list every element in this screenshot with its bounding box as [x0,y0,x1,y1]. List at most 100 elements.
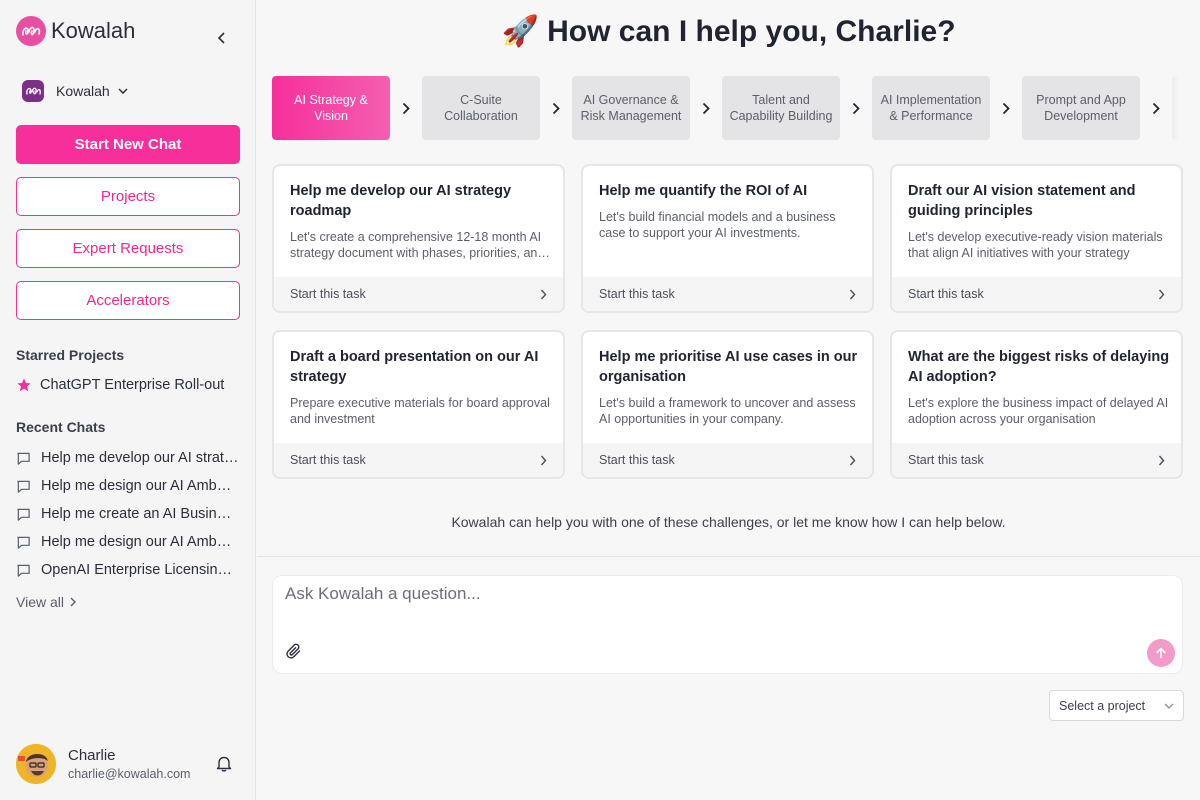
tab-talent-capability[interactable]: Talent and Capability Building [722,76,840,140]
chevron-right-icon [1148,100,1164,116]
chevron-right-icon [1158,289,1165,299]
task-card-description: Let's develop executive-ready vision mat… [908,230,1163,260]
task-card-title: Help me prioritise AI use cases in our o… [599,349,858,385]
start-task-button[interactable]: Start this task [892,443,1181,477]
task-card[interactable]: Draft a board presentation on our AI str… [272,330,565,479]
recent-chat-label: Help me create an AI Business Case [41,506,239,522]
task-card-description: Let's explore the business impact of del… [908,396,1169,426]
chat-bubble-icon [17,452,30,465]
avatar[interactable] [16,744,56,784]
chat-bubble-icon [17,564,30,577]
recent-chat-label: Help me design our AI Ambassador network [41,534,239,550]
user-profile: Charlie charlie@kowalah.com [16,744,190,784]
tab-c-suite-collaboration[interactable]: C-Suite Collaboration [422,76,540,140]
chevron-right-icon [540,289,547,299]
task-card[interactable]: Help me develop our AI strategy roadmap … [272,164,565,313]
chevron-down-icon [1164,703,1174,709]
chat-bubble-icon [17,508,30,521]
task-card-title: Help me develop our AI strategy roadmap [290,183,512,219]
chevron-right-icon [849,455,856,465]
chevron-right-icon [540,455,547,465]
scroll-fade [1165,76,1183,140]
task-card-title: Draft a board presentation on our AI str… [290,349,539,385]
start-task-button[interactable]: Start this task [892,277,1181,311]
project-select[interactable]: Select a project [1049,690,1184,721]
chevron-right-icon [998,100,1014,116]
bell-icon [216,756,232,772]
notifications-button[interactable] [216,755,232,772]
recent-chat-item[interactable]: Help me design our AI Ambassador network [16,534,240,550]
recent-chat-item[interactable]: Help me develop our AI strategy roadmap [16,450,240,466]
chevron-right-icon [1158,455,1165,465]
chevron-right-icon [70,597,76,607]
sidebar: Kowalah Kowalah Start New Chat Projects … [0,0,256,800]
chevron-left-icon [217,32,225,44]
org-name: Kowalah [56,83,110,99]
logo[interactable]: Kowalah [16,16,135,46]
task-card[interactable]: Help me quantify the ROI of AI Let's bui… [581,164,874,313]
task-card-title: Help me quantify the ROI of AI [599,183,808,199]
start-task-label: Start this task [290,287,366,301]
project-select-value: Select a project [1059,698,1146,713]
task-card-description: Prepare executive materials for board ap… [290,396,550,426]
chevron-right-icon [548,100,564,116]
start-task-label: Start this task [599,453,675,467]
view-all-label: View all [16,594,64,610]
starred-project-item[interactable]: ChatGPT Enterprise Roll-out [16,377,224,393]
starred-project-label: ChatGPT Enterprise Roll-out [40,377,225,393]
recent-chat-label: OpenAI Enterprise Licensing questions [41,562,239,578]
send-button[interactable] [1147,639,1175,667]
starred-projects-heading: Starred Projects [16,347,125,363]
task-card-title: Draft our AI vision statement and guidin… [908,183,1136,219]
tab-prompt-app-development[interactable]: Prompt and App Development [1022,76,1140,140]
recent-chat-label: Help me develop our AI strategy roadmap [41,450,239,466]
collapse-sidebar-button[interactable] [212,28,232,48]
task-card[interactable]: What are the biggest risks of delaying A… [890,330,1183,479]
accelerators-button[interactable]: Accelerators [16,281,240,320]
expert-requests-button[interactable]: Expert Requests [16,229,240,268]
recent-chat-item[interactable]: Help me create an AI Business Case [16,506,240,522]
org-logo-icon [22,80,44,102]
recent-chats-heading: Recent Chats [16,419,106,435]
view-all-chats-link[interactable]: View all [16,594,76,610]
chevron-right-icon [698,100,714,116]
chat-bubble-icon [17,480,30,493]
start-task-label: Start this task [599,287,675,301]
greeting-text: How can I help you, Charlie? [547,15,956,48]
task-card-description: Let's build financial models and a busin… [599,210,836,240]
tab-ai-strategy-vision[interactable]: AI Strategy & Vision [272,76,390,140]
start-task-label: Start this task [908,453,984,467]
attach-button[interactable] [286,643,302,660]
chevron-right-icon [848,100,864,116]
helper-text: Kowalah can help you with one of these c… [451,514,1006,530]
start-task-button[interactable]: Start this task [274,277,563,311]
recent-chat-item[interactable]: OpenAI Enterprise Licensing questions [16,562,240,578]
start-new-chat-button[interactable]: Start New Chat [16,125,240,164]
chat-input[interactable] [285,584,1165,624]
start-task-button[interactable]: Start this task [583,443,872,477]
chevron-down-icon [118,88,128,94]
paperclip-icon [286,643,301,659]
tab-ai-governance-risk[interactable]: AI Governance & Risk Management [572,76,690,140]
org-switcher[interactable]: Kowalah [22,80,128,102]
task-card-description: Let's build a framework to uncover and a… [599,396,856,426]
chevron-right-icon [849,289,856,299]
task-card[interactable]: Help me prioritise AI use cases in our o… [581,330,874,479]
user-name: Charlie [68,747,116,764]
user-email: charlie@kowalah.com [68,767,191,781]
logo-text: Kowalah [51,18,136,43]
tab-ai-implementation-performance[interactable]: AI Implementation & Performance [872,76,990,140]
projects-button[interactable]: Projects [16,177,240,216]
start-task-label: Start this task [908,287,984,301]
task-card[interactable]: Draft our AI vision statement and guidin… [890,164,1183,313]
task-card-description: Let's create a comprehensive 12-18 month… [290,230,545,260]
task-card-title: What are the biggest risks of delaying A… [908,349,1170,385]
recent-chat-item[interactable]: Help me design our AI Ambassador program… [16,478,240,494]
start-task-button[interactable]: Start this task [583,277,872,311]
category-stepper: AI Strategy & Vision C-Suite Collaborati… [272,76,1183,140]
main-panel: 🚀 How can I help you, Charlie? AI Strate… [257,0,1200,800]
logo-icon [16,16,46,46]
start-task-button[interactable]: Start this task [274,443,563,477]
rocket-icon: 🚀 [501,15,539,48]
recent-chat-label: Help me design our AI Ambassador program… [41,478,239,494]
